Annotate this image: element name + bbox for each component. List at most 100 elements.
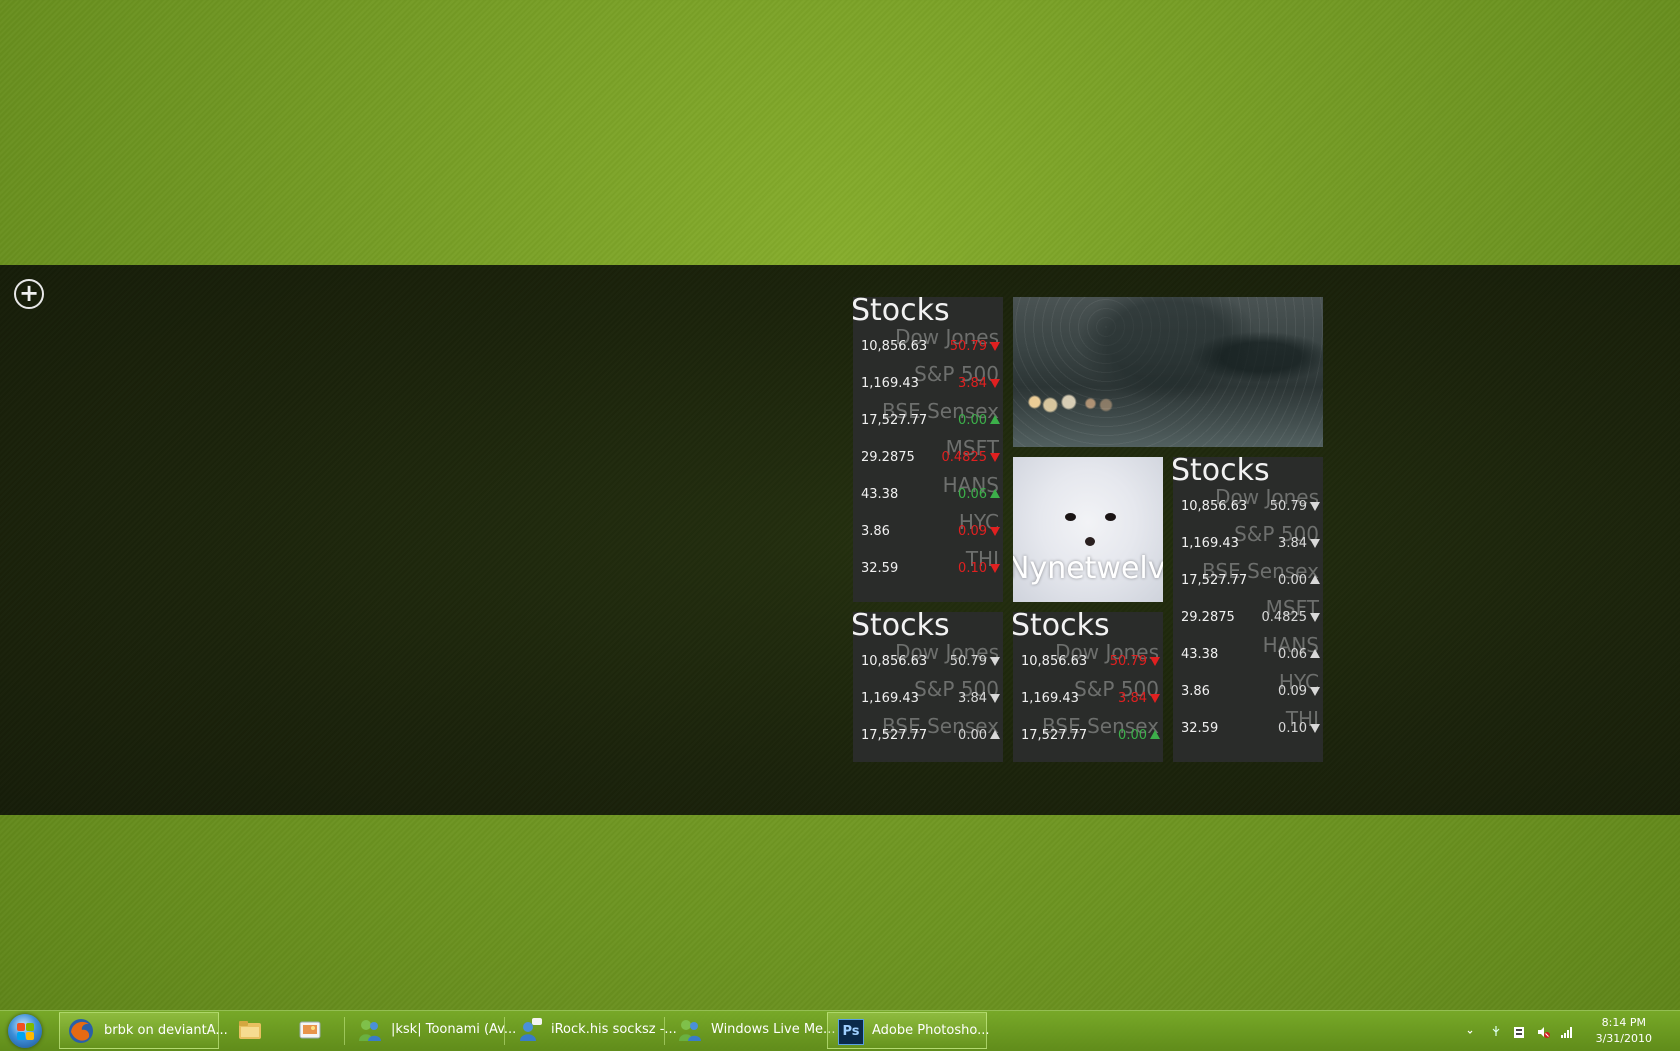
stock-price: 1,169.43: [861, 376, 919, 391]
stock-change: 3.84: [958, 691, 987, 706]
stock-change: 50.79: [949, 654, 987, 669]
stock-price: 17,527.77: [861, 728, 928, 743]
taskbar-button-label: brbk on deviantA...: [104, 1023, 228, 1038]
show-hidden-icons-chevron[interactable]: [1464, 1025, 1476, 1037]
arrow-down-icon: [1310, 613, 1320, 622]
stock-row: BSE Sensex 17,527.77 0.00: [1173, 559, 1323, 596]
stock-price: 1,169.43: [861, 691, 919, 706]
stock-row: Dow Jones 10,856.63 50.79: [853, 325, 1003, 362]
fox-eye-right: [1105, 513, 1116, 521]
stock-row: Dow Jones 10,856.63 50.79: [1013, 640, 1163, 677]
volume-muted-icon[interactable]: [1536, 1025, 1550, 1039]
stocks-tile[interactable]: Stocks Dow Jones 10,856.63 50.79 S&P 500 1,1…: [1013, 612, 1163, 762]
messenger-chat-icon: [520, 1018, 542, 1041]
stock-change: 0.06: [958, 487, 987, 502]
arrow-down-icon: [1150, 694, 1160, 703]
taskbar-separator: [344, 1017, 345, 1045]
arrow-up-icon: [1310, 575, 1320, 584]
arrow-up-icon: [990, 730, 1000, 739]
stock-row: HYC 3.86 0.09: [1173, 670, 1323, 707]
irock-taskbar-button[interactable]: iRock.his socksz -...: [509, 1012, 677, 1049]
usb-icon[interactable]: [1490, 1025, 1502, 1037]
stock-price: 17,527.77: [1181, 573, 1248, 588]
stock-row: BSE Sensex 17,527.77 0.00: [853, 399, 1003, 436]
arrow-up-icon: [1310, 649, 1320, 658]
stock-change: 0.4825: [1261, 610, 1308, 625]
pictures-taskbar-button[interactable]: [288, 1012, 332, 1049]
arrow-up-icon: [990, 489, 1000, 498]
pictures-icon: [299, 1021, 321, 1039]
stocks-tile[interactable]: Stocks Dow Jones 10,856.63 50.79 S&P 500 1,1…: [1173, 457, 1323, 762]
taskbar-button-label: iRock.his socksz -...: [551, 1022, 677, 1037]
stock-change: 3.84: [958, 376, 987, 391]
stock-price: 1,169.43: [1021, 691, 1079, 706]
stock-price: 17,527.77: [1021, 728, 1088, 743]
rain-photo-tile[interactable]: [1013, 297, 1323, 447]
arrow-down-icon: [990, 379, 1000, 388]
stock-price: 29.2875: [861, 450, 915, 465]
stock-row: MSFT 29.2875 0.4825: [1173, 596, 1323, 633]
stock-row: S&P 500 1,169.43 3.84: [853, 677, 1003, 714]
stock-row: THI 32.59 0.10: [1173, 707, 1323, 744]
toonami-taskbar-button[interactable]: |ksk| Toonami (Av...: [349, 1012, 516, 1049]
add-widget-button[interactable]: +: [14, 279, 44, 309]
stock-row: BSE Sensex 17,527.77 0.00: [853, 714, 1003, 751]
stock-price: 10,856.63: [1181, 499, 1248, 514]
stock-row: S&P 500 1,169.43 3.84: [1013, 677, 1163, 714]
stocks-tile[interactable]: Stocks Dow Jones 10,856.63 50.79 S&P 500 1,1…: [853, 612, 1003, 762]
tile-title: Stocks: [853, 612, 950, 643]
stock-change: 0.00: [1278, 573, 1307, 588]
arrow-down-icon: [1150, 657, 1160, 666]
stock-change: 3.84: [1278, 536, 1307, 551]
taskbar-button-label: Adobe Photosho...: [872, 1023, 990, 1038]
arrow-down-icon: [1310, 724, 1320, 733]
stock-price: 32.59: [1181, 721, 1219, 736]
messenger-icon: [679, 1020, 701, 1041]
stock-row: BSE Sensex 17,527.77 0.00: [1013, 714, 1163, 751]
messenger-icon: [359, 1020, 381, 1041]
stock-change: 50.79: [1269, 499, 1307, 514]
arrow-up-icon: [990, 415, 1000, 424]
arrow-down-icon: [990, 453, 1000, 462]
stock-price: 10,856.63: [861, 339, 928, 354]
stocks-tile[interactable]: Stocks Dow Jones 10,856.63 50.79 S&P 500 1,1…: [853, 297, 1003, 602]
arrow-up-icon: [1150, 730, 1160, 739]
start-button[interactable]: [6, 1013, 46, 1049]
folder-icon: [239, 1021, 261, 1039]
stock-price: 3.86: [861, 524, 890, 539]
stock-row: Dow Jones 10,856.63 50.79: [853, 640, 1003, 677]
fox-eye-left: [1065, 513, 1076, 521]
stock-change: 50.79: [949, 339, 987, 354]
stock-price: 10,856.63: [861, 654, 928, 669]
stock-change: 0.10: [958, 561, 987, 576]
explorer-taskbar-button[interactable]: [228, 1012, 272, 1049]
arrow-down-icon: [990, 694, 1000, 703]
system-clock[interactable]: 8:14 PM 3/31/2010: [1596, 1015, 1652, 1047]
taskbar-separator: [504, 1017, 505, 1045]
arrow-down-icon: [990, 564, 1000, 573]
clock-time: 8:14 PM: [1601, 1016, 1646, 1029]
stock-change: 0.00: [958, 413, 987, 428]
fox-photo-tile[interactable]: Nynetwelve: [1013, 457, 1163, 602]
taskbar-separator: [664, 1017, 665, 1045]
tile-title: Stocks: [1173, 457, 1270, 488]
taskbar-button-label: Windows Live Me...: [711, 1022, 836, 1037]
stock-row: S&P 500 1,169.43 3.84: [1173, 522, 1323, 559]
network-signal-icon[interactable]: [1560, 1025, 1574, 1039]
firefox-taskbar-button[interactable]: brbk on deviantA...: [59, 1012, 228, 1049]
photoshop-taskbar-button[interactable]: Ps Adobe Photosho...: [827, 1012, 990, 1049]
stock-change: 0.00: [1118, 728, 1147, 743]
stock-change: 0.06: [1278, 647, 1307, 662]
taskbar-button-label: |ksk| Toonami (Av...: [391, 1022, 517, 1037]
clock-date: 3/31/2010: [1595, 1032, 1652, 1045]
action-center-icon[interactable]: [1512, 1025, 1526, 1039]
stock-change: 0.09: [1278, 684, 1307, 699]
wlm-taskbar-button[interactable]: Windows Live Me...: [669, 1012, 835, 1049]
stock-price: 10,856.63: [1021, 654, 1088, 669]
photo-tile-label: Nynetwelve: [1013, 551, 1163, 586]
arrow-down-icon: [990, 342, 1000, 351]
tile-title: Stocks: [1013, 612, 1110, 643]
arrow-down-icon: [1310, 687, 1320, 696]
windows-logo-icon: [8, 1014, 42, 1048]
stock-row: HANS 43.38 0.06: [853, 473, 1003, 510]
